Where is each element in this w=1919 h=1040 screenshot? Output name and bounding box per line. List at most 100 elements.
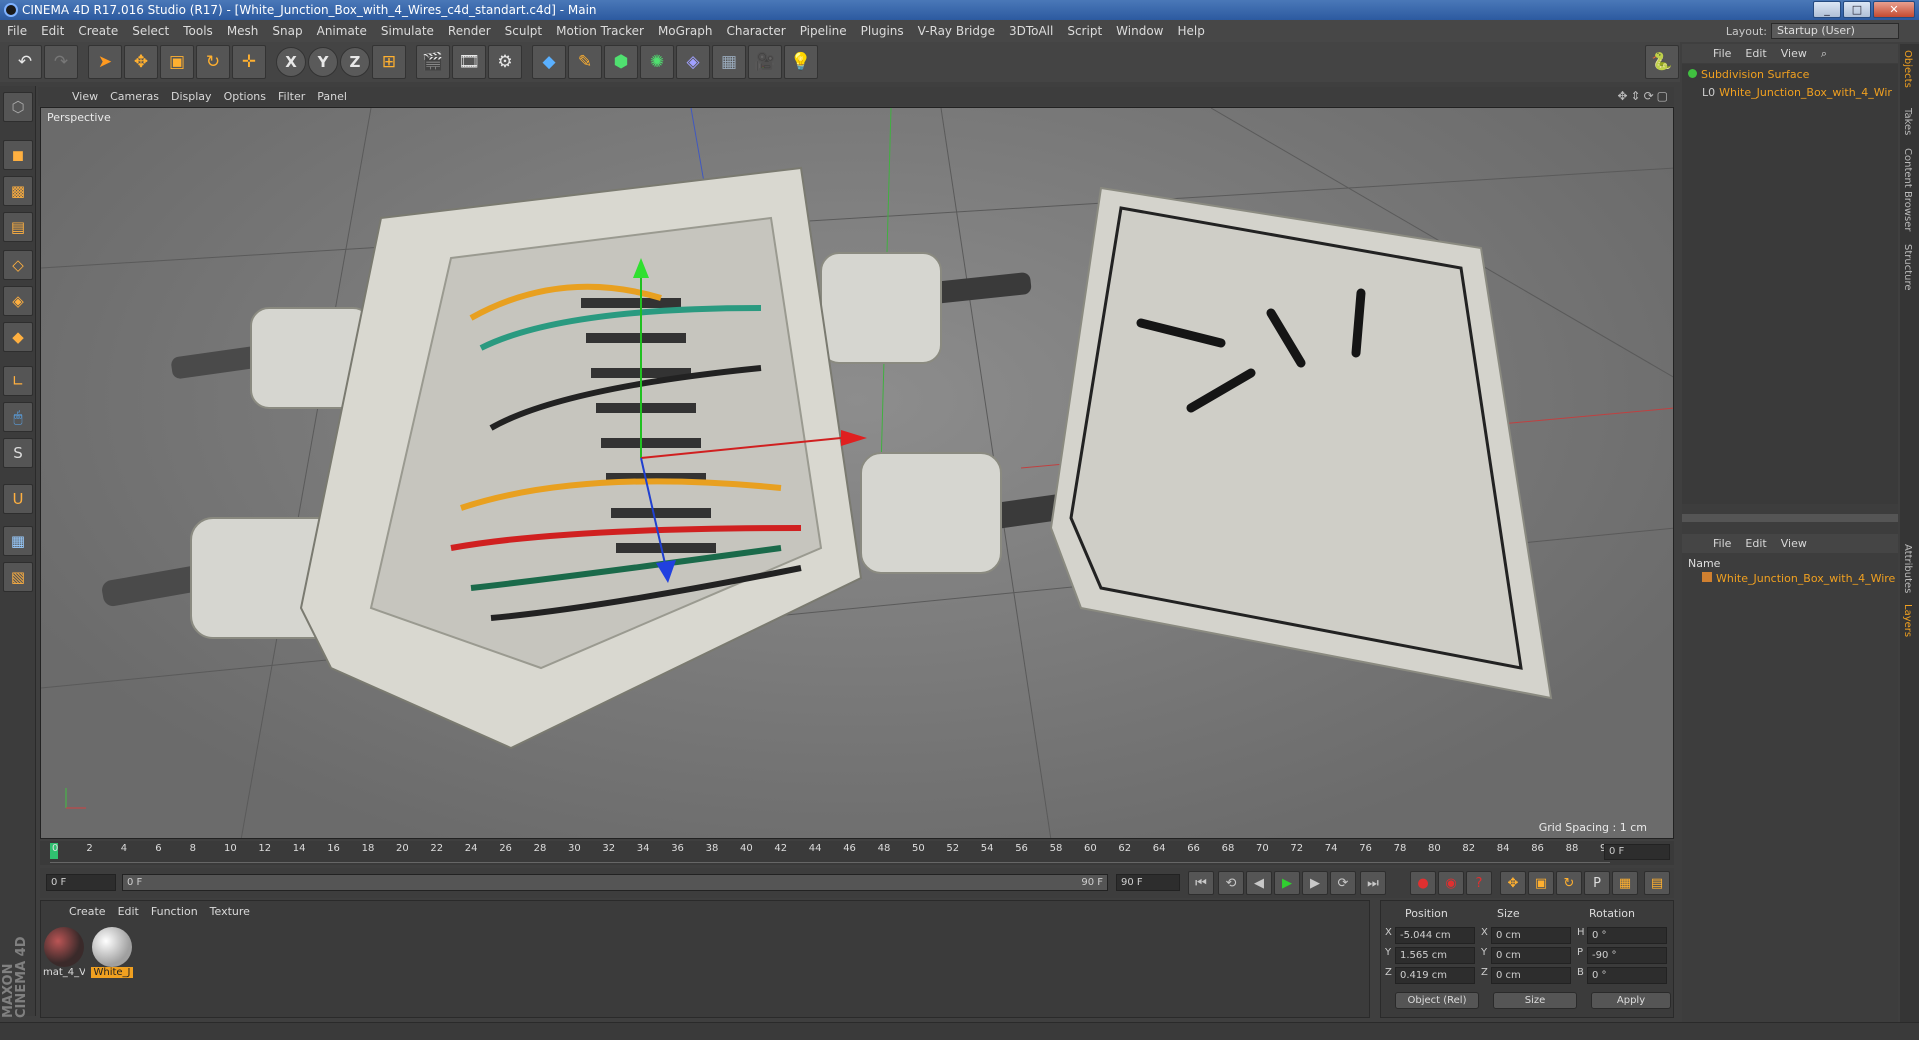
close-button[interactable]: ✕	[1873, 1, 1915, 18]
menu-mograph[interactable]: MoGraph	[651, 20, 720, 42]
prev-frame-icon[interactable]: ◀	[1246, 871, 1272, 895]
menu-create[interactable]: Create	[71, 20, 125, 42]
object-item-subdivision[interactable]: Subdivision Surface	[1688, 68, 1809, 84]
model-mode-icon[interactable]: ◼	[3, 140, 33, 170]
record-keyframe-icon[interactable]: ●	[1410, 871, 1436, 895]
menu-tools[interactable]: Tools	[176, 20, 220, 42]
menu-animate[interactable]: Animate	[310, 20, 374, 42]
start-frame-field[interactable]: 0 F	[46, 874, 116, 891]
minimize-button[interactable]: _	[1813, 1, 1841, 18]
menu-sculpt[interactable]: Sculpt	[498, 20, 549, 42]
redo-icon[interactable]: ↷	[44, 45, 78, 79]
points-mode-icon[interactable]: ◇	[3, 250, 33, 280]
viewport-menu-options[interactable]: Options	[218, 90, 272, 103]
menu-character[interactable]: Character	[719, 20, 792, 42]
material-menu-edit[interactable]: Edit	[112, 905, 145, 918]
object-item-junction-box[interactable]: L0 White_Junction_Box_with_4_Wir	[1702, 86, 1892, 102]
size-x-field[interactable]: 0 cm	[1491, 927, 1571, 944]
end-frame-field[interactable]: 90 F	[1116, 874, 1180, 891]
cube-primitive-icon[interactable]: ◆	[532, 45, 566, 79]
tab-attributes[interactable]: Attributes	[1902, 544, 1913, 593]
current-frame-field[interactable]: 0 F	[1604, 844, 1670, 860]
viewport-menu-display[interactable]: Display	[165, 90, 218, 103]
workplane-lock-icon[interactable]: ▦	[3, 526, 33, 556]
scale-tool-icon[interactable]: ▣	[160, 45, 194, 79]
floor-icon[interactable]: ▦	[712, 45, 746, 79]
viewport-menu-panel[interactable]: Panel	[311, 90, 353, 103]
timeline[interactable]: 0 2 4 6 8 10 12 14 16 18 20 22 24 26 28 30 32 34 36 38 40 42 4…	[40, 841, 1674, 865]
prev-key-icon[interactable]: ⟲	[1218, 871, 1244, 895]
camera-icon[interactable]: 🎥	[748, 45, 782, 79]
texture-mode-icon[interactable]: ▩	[3, 176, 33, 206]
maximize-button[interactable]: □	[1843, 1, 1871, 18]
key-rotation-icon[interactable]: ↻	[1556, 871, 1582, 895]
menu-window[interactable]: Window	[1109, 20, 1170, 42]
menu-file[interactable]: File	[0, 20, 34, 42]
spline-pen-icon[interactable]: ✎	[568, 45, 602, 79]
key-parameter-icon[interactable]: P	[1584, 871, 1610, 895]
grid-snap-icon[interactable]: ▧	[3, 562, 33, 592]
layout-dropdown[interactable]: Startup (User)	[1771, 23, 1899, 39]
coordinate-system-icon[interactable]: ⊞	[372, 45, 406, 79]
viewport-pan-icon[interactable]: ✥	[1617, 89, 1627, 103]
next-key-icon[interactable]: ⟳	[1330, 871, 1356, 895]
key-scale-icon[interactable]: ▣	[1528, 871, 1554, 895]
key-position-icon[interactable]: ✥	[1500, 871, 1526, 895]
objects-scrollbar[interactable]	[1682, 514, 1898, 522]
menu-edit[interactable]: Edit	[34, 20, 71, 42]
material-menu-function[interactable]: Function	[145, 905, 204, 918]
rotate-tool-icon[interactable]: ↻	[196, 45, 230, 79]
frame-range-slider[interactable]: 0 F 90 F	[122, 874, 1108, 891]
tab-content-browser[interactable]: Content Browser	[1902, 148, 1913, 231]
polygons-mode-icon[interactable]: ◆	[3, 322, 33, 352]
viewport-menu-view[interactable]: View	[66, 90, 104, 103]
play-icon[interactable]: ▶	[1274, 871, 1300, 895]
render-settings-icon[interactable]: ⚙	[488, 45, 522, 79]
next-frame-icon[interactable]: ▶	[1302, 871, 1328, 895]
viewport-maximize-icon[interactable]: ▢	[1657, 89, 1668, 103]
snap-magnet-icon[interactable]: U	[3, 484, 33, 514]
menu-pipeline[interactable]: Pipeline	[793, 20, 854, 42]
subdivision-surface-icon[interactable]: ⬢	[604, 45, 638, 79]
x-axis-lock-icon[interactable]: X	[276, 47, 306, 77]
material-swatch[interactable]: mat_4_V	[43, 927, 85, 978]
tab-objects[interactable]: Objects	[1902, 50, 1913, 88]
tab-structure[interactable]: Structure	[1902, 244, 1913, 291]
objects-search-icon[interactable]: ⌕	[1814, 47, 1834, 61]
menu-select[interactable]: Select	[125, 20, 176, 42]
menu-vray-bridge[interactable]: V-Ray Bridge	[911, 20, 1002, 42]
position-z-field[interactable]: 0.419 cm	[1395, 967, 1475, 984]
deformer-icon[interactable]: ◈	[676, 45, 710, 79]
axis-mode-icon[interactable]: ∟	[3, 366, 33, 396]
position-x-field[interactable]: -5.044 cm	[1395, 927, 1475, 944]
viewport-zoom-icon[interactable]: ⇕	[1631, 89, 1641, 103]
render-view-icon[interactable]: 🎬	[416, 45, 450, 79]
menu-render[interactable]: Render	[441, 20, 498, 42]
menu-script[interactable]: Script	[1060, 20, 1109, 42]
menu-help[interactable]: Help	[1170, 20, 1211, 42]
menu-plugins[interactable]: Plugins	[854, 20, 911, 42]
objects-menu-file[interactable]: File	[1706, 47, 1738, 60]
menu-snap[interactable]: Snap	[265, 20, 309, 42]
layers-menu-view[interactable]: View	[1774, 537, 1814, 550]
coordinate-mode-dropdown[interactable]: Object (Rel)	[1395, 992, 1479, 1009]
python-icon[interactable]: 🐍	[1645, 45, 1679, 79]
timeline-ruler[interactable]	[50, 841, 1610, 863]
render-picture-viewer-icon[interactable]: 🎞	[452, 45, 486, 79]
size-z-field[interactable]: 0 cm	[1491, 967, 1571, 984]
position-y-field[interactable]: 1.565 cm	[1395, 947, 1475, 964]
layer-item-junction-box[interactable]: White_Junction_Box_with_4_Wire	[1702, 572, 1895, 588]
autokey-icon[interactable]: ◉	[1438, 871, 1464, 895]
z-axis-lock-icon[interactable]: Z	[340, 47, 370, 77]
size-mode-dropdown[interactable]: Size	[1493, 992, 1577, 1009]
keyframe-selection-icon[interactable]: ?	[1466, 871, 1492, 895]
menu-simulate[interactable]: Simulate	[374, 20, 441, 42]
viewport-menu-cameras[interactable]: Cameras	[104, 90, 165, 103]
undo-icon[interactable]: ↶	[8, 45, 42, 79]
edges-mode-icon[interactable]: ◈	[3, 286, 33, 316]
menu-3dtoall[interactable]: 3DToAll	[1002, 20, 1060, 42]
move-tool-icon[interactable]: ✥	[124, 45, 158, 79]
y-axis-lock-icon[interactable]: Y	[308, 47, 338, 77]
material-menu-texture[interactable]: Texture	[204, 905, 256, 918]
menu-mesh[interactable]: Mesh	[220, 20, 266, 42]
